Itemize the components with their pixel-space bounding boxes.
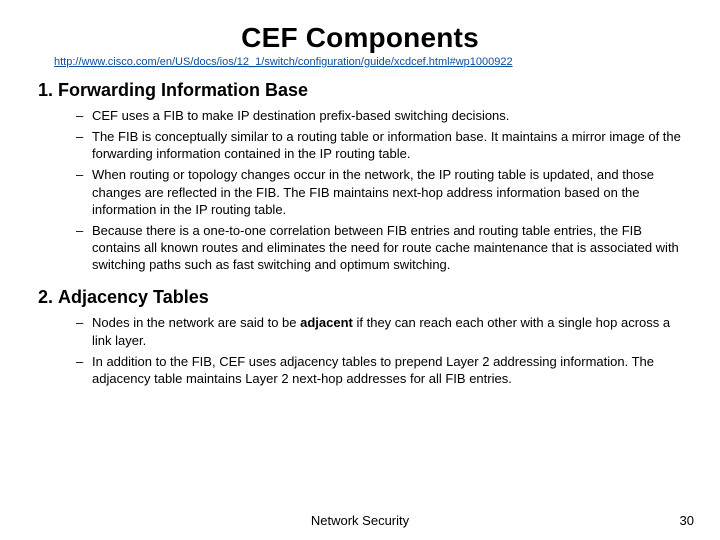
section-fib: Forwarding Information Base CEF uses a F…	[58, 80, 686, 273]
section-heading: Adjacency Tables	[58, 287, 209, 307]
reference-link[interactable]: http://www.cisco.com/en/US/docs/ios/12_1…	[54, 56, 686, 68]
list-item: Because there is a one-to-one correlatio…	[76, 222, 686, 273]
list-item: In addition to the FIB, CEF uses adjacen…	[76, 353, 686, 387]
list-item: CEF uses a FIB to make IP destination pr…	[76, 107, 686, 124]
list-item: The FIB is conceptually similar to a rou…	[76, 128, 686, 162]
section-adjacency: Adjacency Tables Nodes in the network ar…	[58, 287, 686, 387]
slide: CEF Components http://www.cisco.com/en/U…	[0, 0, 720, 540]
section-heading: Forwarding Information Base	[58, 80, 308, 100]
slide-title: CEF Components	[34, 22, 686, 54]
list-item: Nodes in the network are said to be adja…	[76, 314, 686, 348]
footer-label: Network Security	[0, 513, 720, 528]
slide-number: 30	[680, 513, 694, 528]
list-item: When routing or topology changes occur i…	[76, 166, 686, 217]
